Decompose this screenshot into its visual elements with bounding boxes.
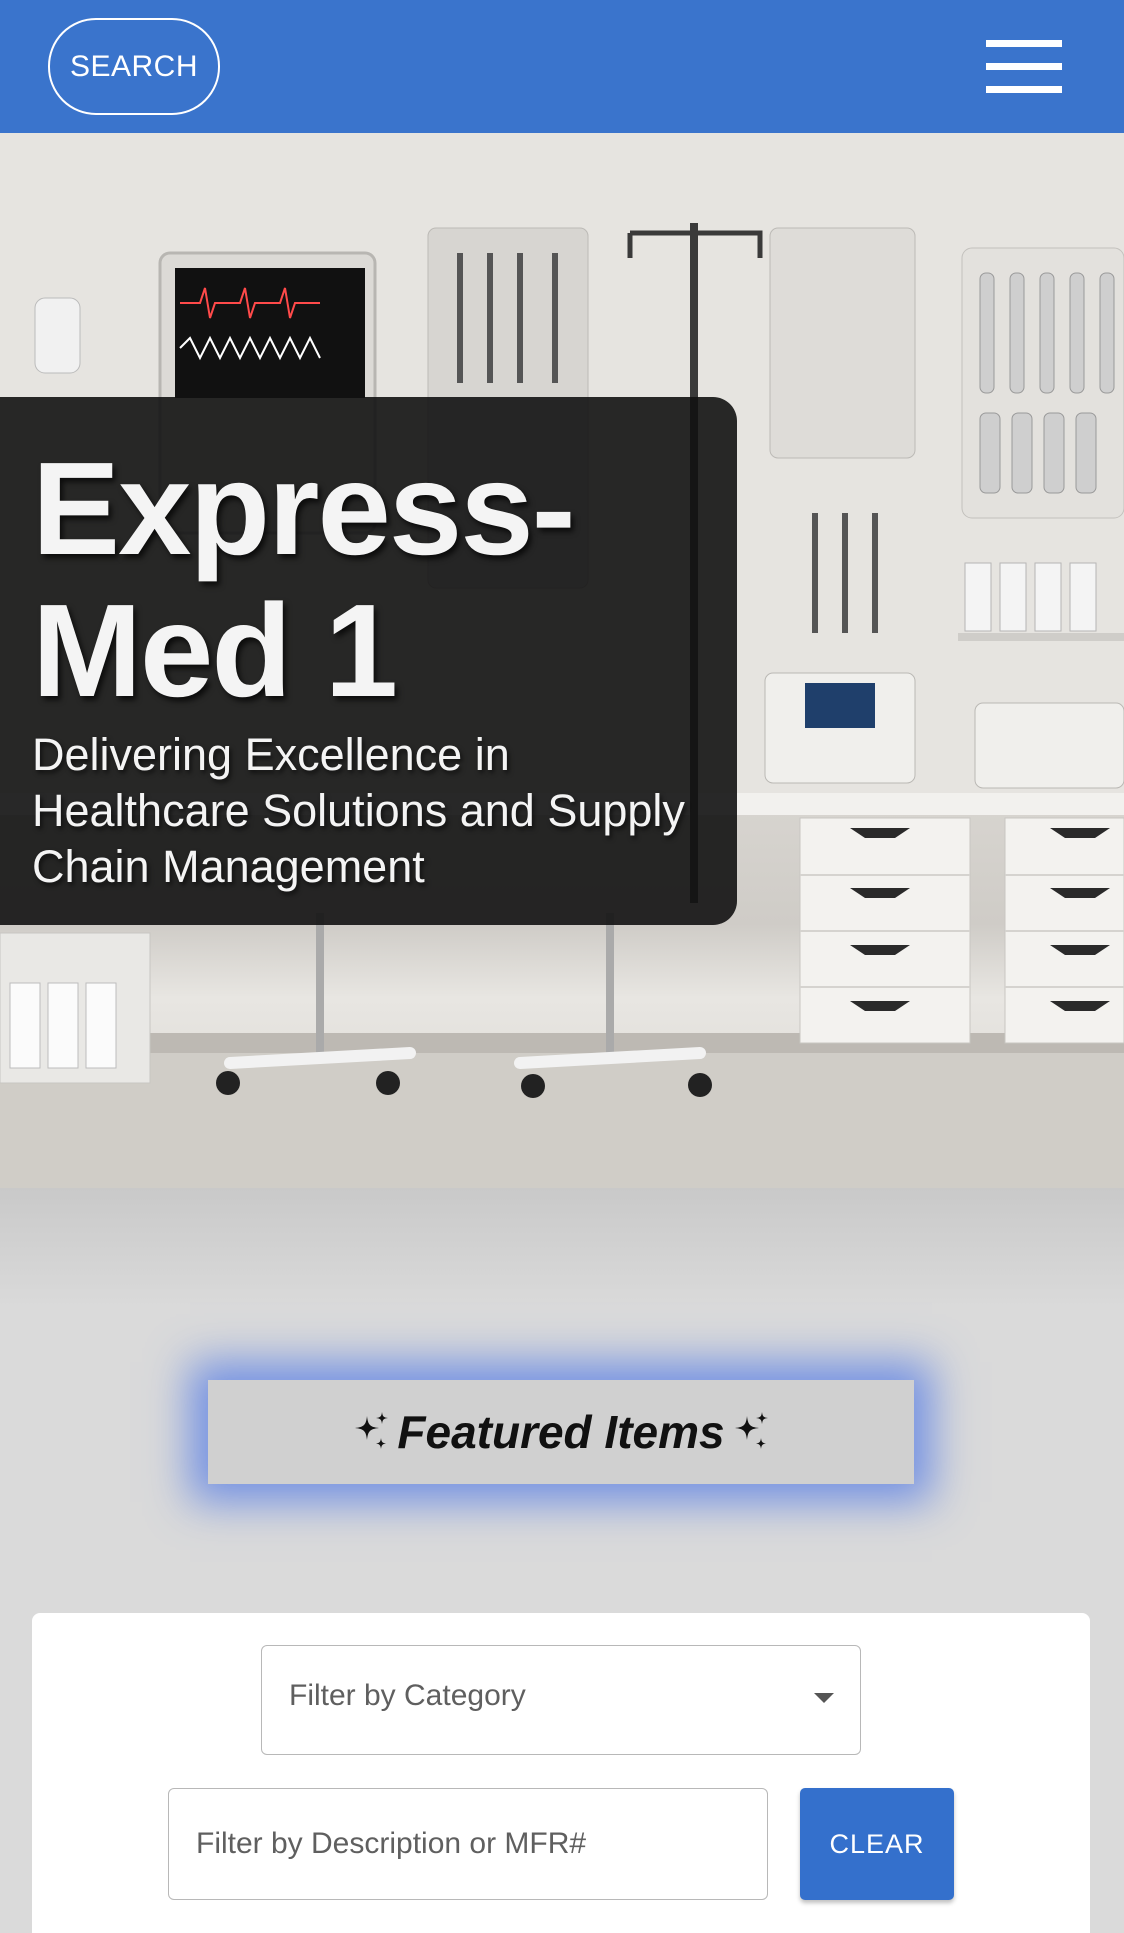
category-filter-select[interactable]: Filter by Category [261, 1645, 861, 1755]
search-button[interactable]: SEARCH [48, 18, 220, 115]
description-filter-input[interactable] [168, 1788, 768, 1900]
hero-subtitle: Delivering Excellence in Healthcare Solu… [32, 729, 685, 892]
caret-down-icon [814, 1693, 834, 1703]
clear-button[interactable]: CLEAR [800, 1788, 954, 1900]
category-filter-label: Filter by Category [289, 1679, 526, 1712]
hero-bottom-fade [0, 1188, 1124, 1308]
featured-items-header: Featured Items [208, 1380, 914, 1484]
sparkles-icon [734, 1412, 768, 1449]
featured-items-label: Featured Items [397, 1406, 725, 1458]
hamburger-menu-icon[interactable] [986, 40, 1062, 94]
hero-title: Express-Med 1 [32, 435, 576, 724]
top-nav-bar: SEARCH [0, 0, 1124, 133]
sparkles-icon [355, 1412, 389, 1449]
